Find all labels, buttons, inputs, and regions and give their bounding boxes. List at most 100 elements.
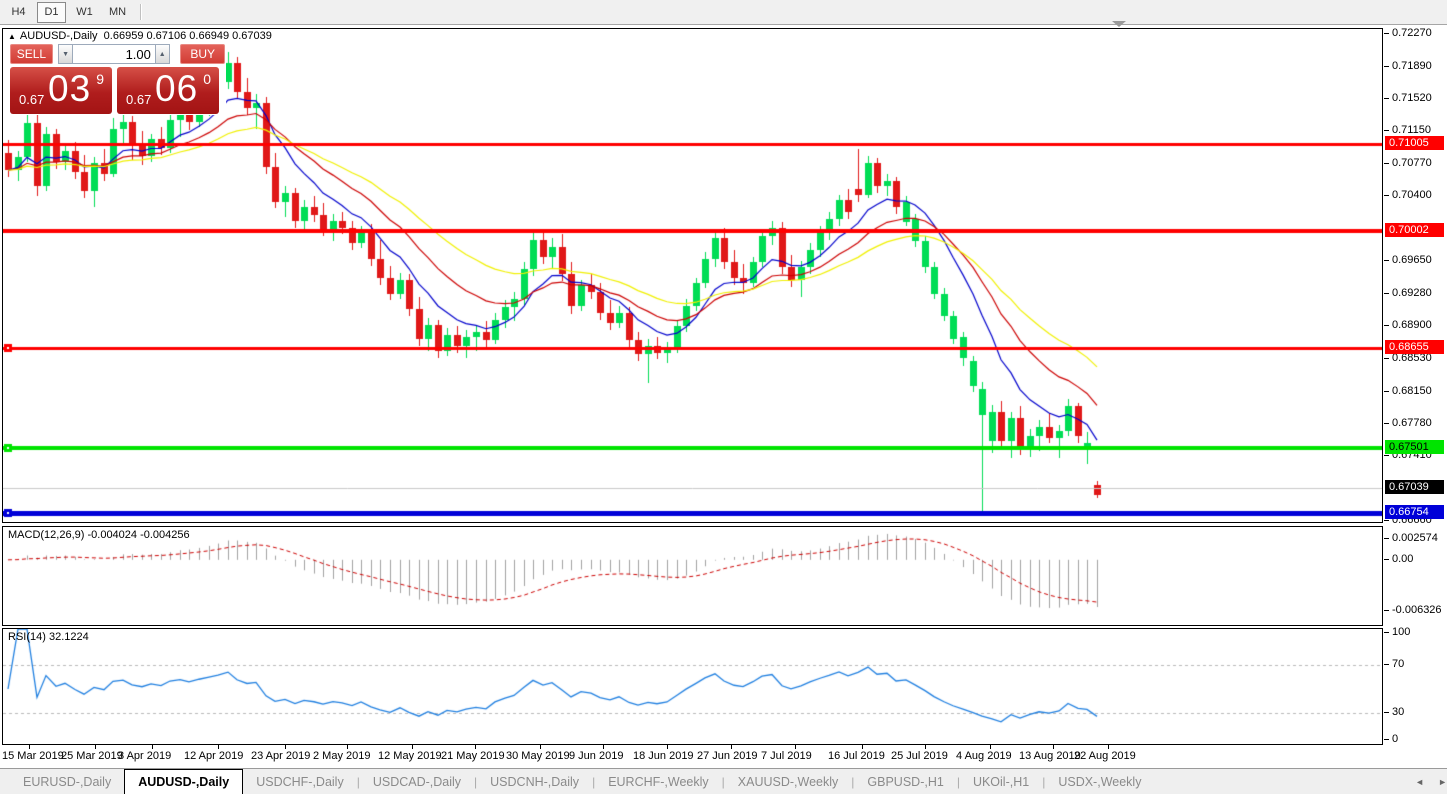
date-axis-tick [667,745,668,749]
date-axis-label: 16 Jul 2019 [828,750,885,762]
sell-price-big-digits: 03 [48,68,92,109]
tab-scroll-right-icon[interactable]: ► [1438,777,1447,787]
sell-price-box[interactable]: 0.67 03 9 [10,67,112,114]
date-axis-label: 9 Jun 2019 [569,750,624,762]
price-axis-tag: 0.67501 [1385,439,1444,454]
chart-ohlc-header: ▲ AUDUSD-,Daily 0.66959 0.67106 0.66949 0… [8,30,272,42]
trading-platform-window: H4 D1 W1 MN ▲ AUDUSD-,Daily 0.66959 0.671… [0,0,1447,794]
buy-price-prefix: 0.67 [126,92,152,107]
price-axis-tick [1384,260,1389,262]
price-axis-tick [1384,98,1389,100]
chart-tab-audusddaily[interactable]: AUDUSD-,Daily [124,769,244,794]
price-axis-tick [1384,32,1389,34]
date-axis-label: 2 May 2019 [313,750,371,762]
volume-input[interactable] [72,44,155,64]
rsi-indicator-pane: RSI(14) 32.1224 [2,628,1383,745]
chart-tab-bar: EURUSD-,Daily AUDUSD-,Daily USDCHF-,Daily |… [0,768,1447,794]
buy-price-pipette: 0 [203,71,211,87]
date-axis-tick [731,745,732,749]
date-axis-label: 12 Apr 2019 [184,750,244,762]
date-axis-tick [925,745,926,749]
rsi-axis-label: 0 [1392,733,1399,745]
collapse-panel-icon[interactable]: ▲ [8,32,16,41]
timeframe-button-h4[interactable]: H4 [4,2,33,23]
macd-axis-tick [1384,558,1389,560]
price-axis-tag: 0.70002 [1385,222,1444,237]
date-axis-label: 13 Aug 2019 [1019,750,1081,762]
date-axis-label: 12 May 2019 [378,750,442,762]
date-axis-tick [540,745,541,749]
date-axis-label: 7 Jul 2019 [761,750,812,762]
price-axis-tick [1384,65,1389,67]
date-axis-tick [1108,745,1109,749]
date-axis: 15 Mar 2019 25 Mar 2019 3 Apr 2019 12 Apr 2… [0,745,1383,765]
price-axis-tick [1384,130,1389,132]
date-axis-tick [95,745,96,749]
price-axis-tick [1384,195,1389,197]
price-axis-label: 0.71520 [1392,92,1432,105]
sell-price-pipette: 9 [96,71,104,87]
timeframe-button-d1[interactable]: D1 [37,1,66,23]
chart-tab-usdchfdaily[interactable]: USDCHF-,Daily [243,769,357,794]
price-axis-label: 0.70400 [1392,189,1432,202]
rsi-axis-tick [1384,712,1389,713]
chart-tab-xauusdweekly[interactable]: XAUUSD-,Weekly [725,769,851,794]
price-axis-label: 0.72270 [1392,26,1432,39]
macd-axis-tick [1384,610,1389,611]
date-axis-label: 3 Apr 2019 [118,750,172,762]
chart-tab-usdcnhdaily[interactable]: USDCNH-,Daily [477,769,592,794]
sell-button[interactable]: SELL [10,44,53,64]
volume-decrease-button[interactable]: ▼ [58,44,73,64]
rsi-axis-tick [1384,739,1389,740]
chart-ohlc-values: 0.66959 0.67106 0.66949 0.67039 [103,30,272,42]
chart-shift-marker-icon[interactable] [1112,21,1126,27]
chart-symbol-label: AUDUSD-,Daily [19,30,98,42]
buy-price-box[interactable]: 0.67 06 0 [117,67,219,114]
macd-axis-label: -0.006326 [1392,604,1442,616]
rsi-axis-label: 30 [1392,706,1405,718]
date-axis-tick [475,745,476,749]
price-axis-label: 0.71890 [1392,59,1432,72]
date-axis-tick [347,745,348,749]
price-axis-tag: 0.66754 [1385,504,1444,519]
date-axis-label: 21 May 2019 [441,750,505,762]
date-axis-tick [152,745,153,749]
date-axis-label: 18 Jun 2019 [633,750,694,762]
timeframe-button-w1[interactable]: W1 [70,2,99,23]
price-axis-tick [1384,325,1389,327]
date-axis-tick [29,745,30,749]
price-axis-label: 0.68150 [1392,384,1432,397]
rsi-axis-tick [1384,664,1389,665]
price-axis-tick [1384,454,1389,456]
volume-increase-button[interactable]: ▲ [154,44,170,64]
macd-axis-label: 0.002574 [1392,532,1438,544]
price-axis-label: 0.69650 [1392,254,1432,267]
price-axis-tag: 0.71005 [1385,135,1444,150]
price-axis: 0.72270 0.71890 0.71520 0.71150 0.70770 0.704… [1384,25,1447,765]
macd-label: MACD(12,26,9) -0.004024 -0.004256 [8,529,190,541]
price-axis-tick [1384,163,1389,165]
buy-button[interactable]: BUY [180,44,226,64]
rsi-axis-label: 100 [1392,626,1411,638]
chart-tab-usdxweekly[interactable]: USDX-,Weekly [1045,769,1154,794]
date-axis-tick [862,745,863,749]
rsi-axis-tick [1384,632,1389,633]
date-axis-label: 25 Jul 2019 [891,750,948,762]
price-axis-label: 0.67780 [1392,416,1432,429]
chart-tab-usdcaddaily[interactable]: USDCAD-,Daily [360,769,474,794]
chart-tab-eurchfweekly[interactable]: EURCHF-,Weekly [595,769,721,794]
rsi-canvas[interactable] [3,629,1382,744]
price-chart-pane: ▲ AUDUSD-,Daily 0.66959 0.67106 0.66949 0… [2,28,1383,523]
macd-canvas[interactable] [3,527,1382,625]
date-axis-tick [285,745,286,749]
chevron-down-icon: ▼ [62,50,70,58]
date-axis-tick [1053,745,1054,749]
tab-scroll-left-icon[interactable]: ◄ [1415,777,1424,787]
timeframe-button-mn[interactable]: MN [103,2,132,23]
chart-tab-gbpusdh1[interactable]: GBPUSD-,H1 [854,769,956,794]
chart-tab-eurusddaily[interactable]: EURUSD-,Daily [10,769,124,794]
price-axis-tick [1384,390,1389,392]
chart-tab-ukoilh1[interactable]: UKOil-,H1 [960,769,1042,794]
date-axis-label: 25 Mar 2019 [61,750,123,762]
date-axis-label: 15 Mar 2019 [2,750,64,762]
